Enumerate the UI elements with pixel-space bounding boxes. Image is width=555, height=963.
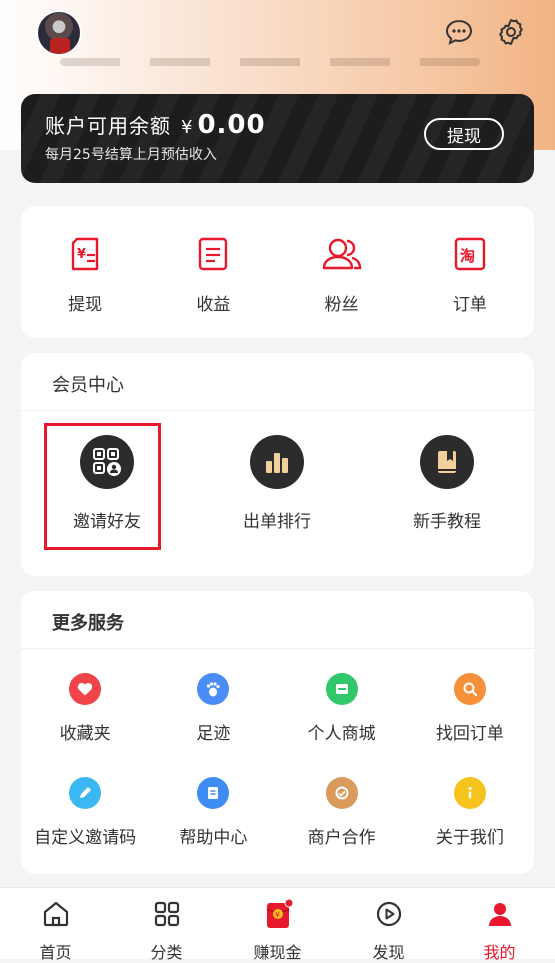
info-icon — [453, 777, 486, 809]
help-doc-icon — [197, 777, 230, 809]
person-icon — [485, 899, 515, 933]
tab-earn-cash[interactable]: ¥ 赚现金 — [222, 888, 333, 962]
balance-amount: 0.00 — [197, 110, 266, 140]
tab-label: 我的 — [483, 943, 516, 962]
svg-text:¥: ¥ — [275, 911, 280, 920]
pencil-icon — [69, 777, 102, 809]
shop-icon — [325, 673, 358, 705]
balance-label: 账户可用余额 — [45, 114, 171, 138]
quick-action-label: 提现 — [68, 295, 103, 315]
balance-subtitle: 每月25号结算上月预估收入 — [45, 147, 217, 163]
balance-card: 账户可用余额 ¥ 0.00 每月25号结算上月预估收入 提现 — [21, 94, 534, 183]
bar-chart-icon — [250, 435, 304, 489]
gear-icon[interactable] — [495, 16, 527, 48]
balance-title-row: 账户可用余额 ¥ 0.00 — [45, 110, 266, 140]
chat-bubble-icon[interactable] — [443, 16, 475, 48]
withdraw-button[interactable]: 提现 — [424, 118, 504, 150]
tab-label: 首页 — [39, 943, 72, 962]
quick-action-withdraw[interactable]: ¥ 提现 — [21, 234, 149, 315]
quick-action-orders[interactable]: 淘 订单 — [406, 234, 534, 315]
user-avatar[interactable] — [36, 10, 82, 56]
heart-icon — [69, 673, 102, 705]
quick-action-earnings[interactable]: 收益 — [149, 234, 277, 315]
search-icon — [453, 673, 486, 705]
tab-label: 发现 — [372, 943, 405, 962]
quick-actions-card: ¥ 提现 收益 粉丝 淘 订单 — [21, 206, 534, 338]
service-custom-invite-code[interactable]: 自定义邀请码 — [21, 777, 149, 848]
svg-text:淘: 淘 — [459, 247, 475, 265]
currency-symbol: ¥ — [181, 117, 194, 138]
service-label: 收藏夹 — [59, 724, 111, 744]
more-services-title: 更多服务 — [52, 613, 124, 634]
quick-action-label: 粉丝 — [324, 295, 359, 315]
home-icon — [41, 899, 71, 933]
document-icon — [193, 234, 233, 278]
divider — [21, 410, 534, 411]
service-merchant-cooperation[interactable]: 商户合作 — [278, 777, 406, 848]
service-label: 自定义邀请码 — [34, 828, 137, 848]
taobao-order-icon: 淘 — [450, 234, 490, 278]
play-circle-icon — [374, 899, 404, 933]
tab-category[interactable]: 分类 — [111, 888, 222, 962]
service-label: 帮助中心 — [179, 828, 248, 848]
tab-discover[interactable]: 发现 — [333, 888, 444, 962]
service-personal-mall[interactable]: 个人商城 — [278, 673, 406, 744]
tab-label: 分类 — [150, 943, 183, 962]
service-help-center[interactable]: 帮助中心 — [149, 777, 277, 848]
service-label: 找回订单 — [435, 724, 504, 744]
more-services-card: 更多服务 收藏夹 足迹 个人商城 找回订单 自定义邀请码 帮助中心 商户合作 关… — [21, 591, 534, 874]
quick-action-fans[interactable]: 粉丝 — [278, 234, 406, 315]
tab-label: 赚现金 — [253, 943, 302, 962]
grid-icon — [152, 899, 182, 933]
service-recover-order[interactable]: 找回订单 — [406, 673, 534, 744]
svg-text:¥: ¥ — [77, 247, 86, 262]
member-item-label: 新手教程 — [413, 512, 481, 532]
quick-action-label: 订单 — [452, 295, 487, 315]
tab-home[interactable]: 首页 — [0, 888, 111, 962]
service-footprints[interactable]: 足迹 — [149, 673, 277, 744]
member-item-tutorial[interactable]: 新手教程 — [387, 435, 507, 532]
header-faded-text — [60, 58, 480, 66]
footprint-icon — [197, 673, 230, 705]
tab-mine[interactable]: 我的 — [444, 888, 555, 962]
service-label: 足迹 — [196, 724, 231, 744]
red-envelope-icon: ¥ — [261, 898, 295, 933]
service-label: 个人商城 — [307, 724, 376, 744]
quick-action-label: 收益 — [196, 295, 231, 315]
service-about-us[interactable]: 关于我们 — [406, 777, 534, 848]
member-item-ranking[interactable]: 出单排行 — [217, 435, 337, 532]
service-label: 关于我们 — [435, 828, 504, 848]
users-icon — [320, 234, 364, 278]
book-icon — [420, 435, 474, 489]
service-label: 商户合作 — [307, 828, 376, 848]
member-center-title: 会员中心 — [52, 375, 124, 396]
yen-card-icon: ¥ — [65, 234, 105, 278]
member-item-label: 出单排行 — [243, 512, 311, 532]
divider — [21, 648, 534, 649]
handshake-icon — [325, 777, 358, 809]
service-favorites[interactable]: 收藏夹 — [21, 673, 149, 744]
highlight-annotation-box — [44, 423, 161, 550]
bottom-tab-bar: 首页 分类 ¥ 赚现金 发现 我的 — [0, 887, 555, 962]
